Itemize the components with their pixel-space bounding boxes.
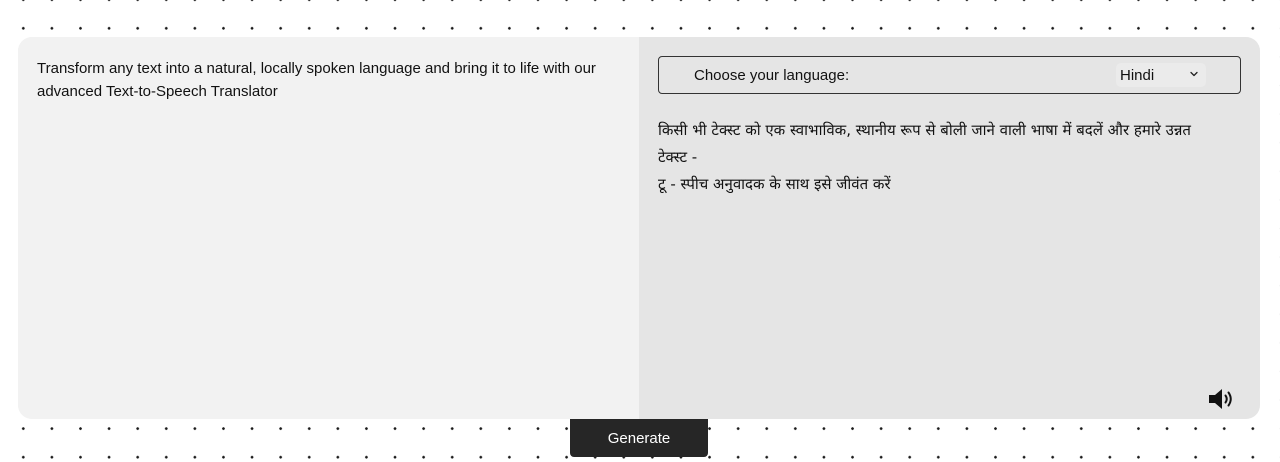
chevron-down-icon (1190, 71, 1198, 77)
generate-button[interactable]: Generate (570, 419, 708, 457)
translated-text: किसी भी टेक्स्ट को एक स्वाभाविक, स्थानीय… (658, 121, 1191, 193)
language-label: Choose your language: (694, 67, 850, 84)
translator-card: Transform any text into a natural, local… (18, 37, 1260, 419)
input-pane[interactable]: Transform any text into a natural, local… (18, 37, 639, 419)
language-select-value: Hindi (1120, 66, 1155, 84)
language-select[interactable]: Hindi (1116, 63, 1206, 87)
language-bar: Choose your language: Hindi (658, 56, 1241, 94)
output-pane: Choose your language: Hindi किसी भी टेक्… (639, 37, 1260, 419)
speaker-icon[interactable] (1208, 386, 1236, 412)
input-text[interactable]: Transform any text into a natural, local… (37, 57, 619, 103)
